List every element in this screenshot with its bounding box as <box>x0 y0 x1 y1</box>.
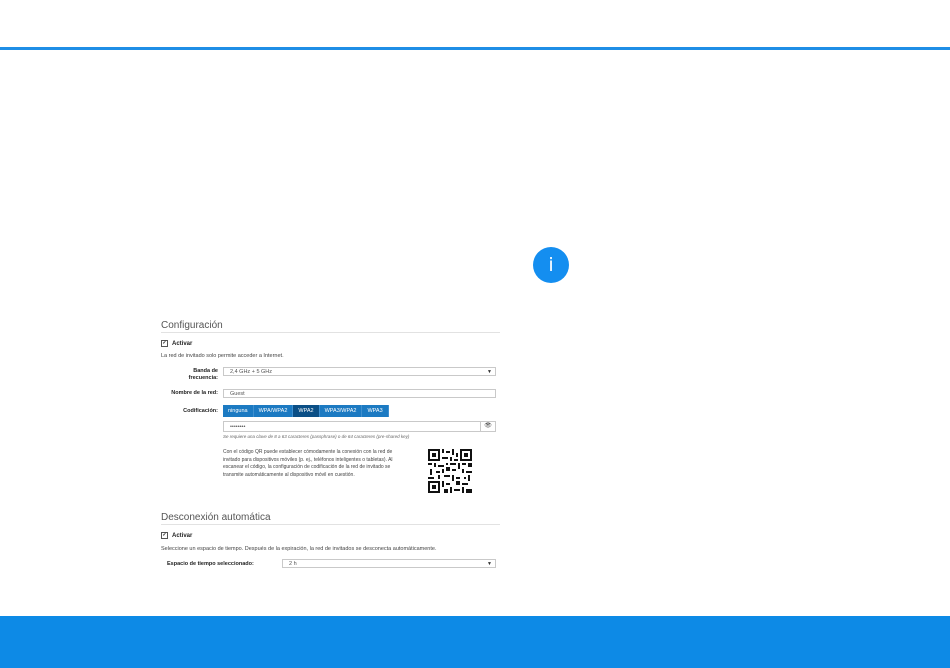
info-icon: i <box>533 247 569 283</box>
disconnect-section-title: Desconexión automática <box>161 512 271 523</box>
password-hint: Se requiere una clave de 8 a 63 caracter… <box>223 434 410 439</box>
network-name-value: Guest <box>230 391 245 397</box>
disconnect-activate-label: Activar <box>172 532 193 539</box>
encoding-option-wpa-wpa2[interactable]: WPA/WPA2 <box>253 405 294 417</box>
password-value: •••••••• <box>230 424 246 430</box>
config-activate-checkbox[interactable]: ✓ Activar <box>161 340 192 347</box>
password-input[interactable]: •••••••• <box>223 421 496 432</box>
time-label: Espacio de tiempo seleccionado: <box>167 561 254 567</box>
config-section-title: Configuración <box>161 320 223 331</box>
encoding-label: Codificación: <box>183 408 218 414</box>
encoding-option-wpa3-wpa2[interactable]: WPA3/WPA2 <box>319 405 363 417</box>
disconnect-activate-checkbox[interactable]: ✓ Activar <box>161 532 192 539</box>
band-select-value: 2,4 GHz + 5 GHz <box>230 369 273 375</box>
network-name-input[interactable]: Guest <box>223 389 496 398</box>
time-select-value: 2 h <box>289 561 297 567</box>
encoding-option-wpa3[interactable]: WPA3 <box>362 405 389 417</box>
config-section-divider <box>161 332 500 333</box>
header-accent-line <box>0 47 950 50</box>
config-activate-label: Activar <box>172 340 193 347</box>
band-label-line2: frecuencia: <box>188 375 218 381</box>
disconnect-section-divider <box>161 524 500 525</box>
disconnect-note: Seleccione un espacio de tiempo. Después… <box>161 546 437 552</box>
encoding-segmented-control: ninguna WPA/WPA2 WPA2 WPA3/WPA2 WPA3 <box>223 405 389 417</box>
band-label-line1: Banda de <box>193 368 218 374</box>
chevron-down-icon: ▼ <box>487 561 492 567</box>
network-name-label: Nombre de la red: <box>171 390 218 396</box>
qr-description: Con el código QR puede establecer cómoda… <box>223 449 393 478</box>
show-password-eye-icon[interactable]: 👁 <box>480 421 495 432</box>
band-select[interactable]: 2,4 GHz + 5 GHz ▼ <box>223 367 496 376</box>
checkbox-check-icon: ✓ <box>161 340 168 347</box>
encoding-option-none[interactable]: ninguna <box>223 405 254 417</box>
qr-code-icon <box>427 448 473 494</box>
checkbox-check-icon: ✓ <box>161 532 168 539</box>
chevron-down-icon: ▼ <box>487 369 492 375</box>
time-select[interactable]: 2 h ▼ <box>282 559 496 568</box>
encoding-option-wpa2[interactable]: WPA2 <box>293 405 320 417</box>
guest-note: La red de invitado solo permite acceder … <box>161 353 284 359</box>
band-label: Banda de frecuencia: <box>188 368 218 382</box>
footer-bar <box>0 616 950 668</box>
